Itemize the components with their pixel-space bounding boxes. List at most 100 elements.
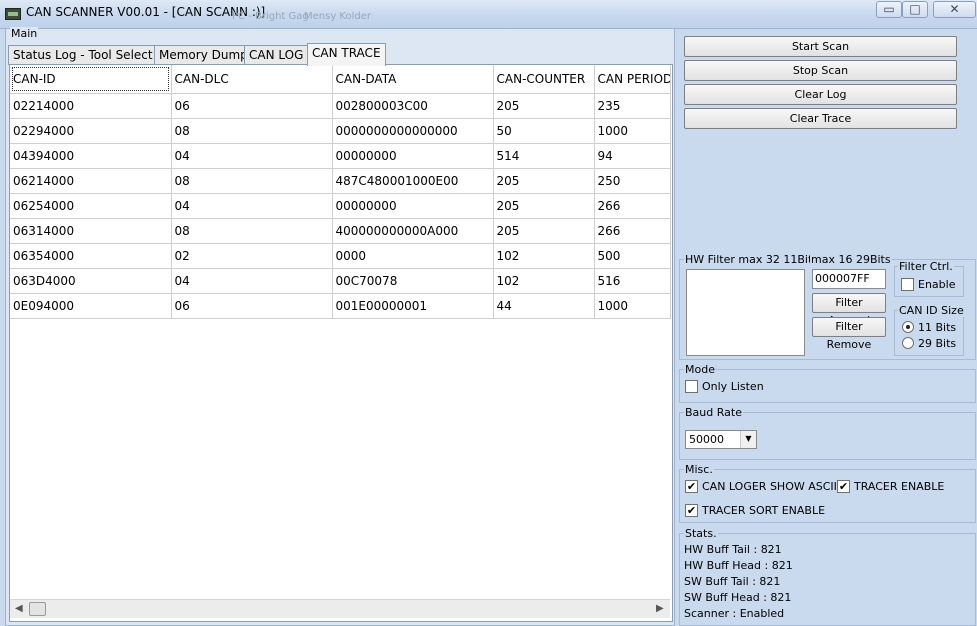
scroll-left-icon[interactable]: ◀ xyxy=(15,603,23,614)
restore-icon: □ xyxy=(909,2,921,16)
filter-enable-label: Enable xyxy=(918,278,956,291)
stats-label: Stats. xyxy=(684,527,718,540)
cell-can-id: 02294000 xyxy=(10,118,172,144)
table-row[interactable]: 06214000 08 487C480001000E00 205 250 xyxy=(10,168,671,194)
scroll-thumb[interactable] xyxy=(29,602,46,616)
background-window-text: PC - Bright Gag xyxy=(232,11,309,22)
cell-can-dlc: 08 xyxy=(171,218,333,244)
cell-can-data: 001E00000001 xyxy=(332,293,494,319)
tracer-sort-label: TRACER SORT ENABLE xyxy=(702,504,826,517)
cell-can-id: 06214000 xyxy=(10,168,172,194)
table-row[interactable]: 04394000 04 00000000 514 94 xyxy=(10,143,671,169)
scroll-right-icon[interactable]: ▶ xyxy=(656,603,664,614)
filter-enable-checkbox[interactable] xyxy=(901,278,914,291)
horizontal-scrollbar[interactable]: ◀ ▶ xyxy=(10,599,670,618)
main-group-label: Main xyxy=(10,27,39,40)
column-header-can-dlc[interactable]: CAN-DLC xyxy=(171,65,333,94)
tab-memory-dump[interactable]: Memory Dump xyxy=(154,45,253,65)
table-row[interactable]: 02214000 06 002800003C00 205 235 xyxy=(10,93,671,119)
cell-can-period: 266 xyxy=(594,193,671,219)
cell-can-data: 0000 xyxy=(332,243,494,269)
cell-can-id: 02214000 xyxy=(10,93,172,119)
show-ascii-checkbox[interactable]: ✔ xyxy=(685,480,698,493)
cell-can-dlc: 02 xyxy=(171,243,333,269)
cell-can-data: 00C70078 xyxy=(332,268,494,294)
filter-append-button[interactable]: Filter Append xyxy=(812,293,886,327)
cell-can-data: 00000000 xyxy=(332,143,494,169)
radio-29-bits[interactable] xyxy=(902,337,914,349)
column-header-can-data[interactable]: CAN-DATA xyxy=(332,65,494,94)
misc-label: Misc. xyxy=(684,463,714,476)
tab-can-log[interactable]: CAN LOG xyxy=(244,45,309,65)
cell-can-dlc: 08 xyxy=(171,118,333,144)
background-window-text: Mensy Kolder xyxy=(304,11,371,22)
baud-rate-label: Baud Rate xyxy=(684,406,743,419)
tracer-enable-label: TRACER ENABLE xyxy=(854,480,945,493)
trace-table: CAN-ID CAN-DLC CAN-DATA CAN-COUNTER CAN … xyxy=(10,65,671,319)
cell-can-period: 235 xyxy=(594,93,671,119)
table-row[interactable]: 06354000 02 0000 102 500 xyxy=(10,243,671,269)
filter-ctrl-label: Filter Ctrl. xyxy=(898,260,954,273)
can-trace-grid: CAN-ID CAN-DLC CAN-DATA CAN-COUNTER CAN … xyxy=(9,64,673,622)
filter-remove-button[interactable]: Filter Remove xyxy=(812,317,886,351)
stop-scan-button[interactable]: Stop Scan xyxy=(684,60,957,81)
stat-sw-tail: SW Buff Tail : 821 xyxy=(684,575,781,588)
cell-can-period: 94 xyxy=(594,143,671,169)
stat-hw-tail: HW Buff Tail : 821 xyxy=(684,543,782,556)
clear-log-button[interactable]: Clear Log xyxy=(684,84,957,105)
cell-can-data: 002800003C00 xyxy=(332,93,494,119)
mode-label: Mode xyxy=(684,363,716,376)
maximize-button[interactable]: □ xyxy=(902,1,928,18)
tab-status-log[interactable]: Status Log - Tool Select xyxy=(8,45,158,65)
cell-can-dlc: 04 xyxy=(171,268,333,294)
minimize-button[interactable]: ▭ xyxy=(876,1,902,18)
radio-29-bits-label: 29 Bits xyxy=(918,337,957,350)
filter-id-input[interactable]: 000007FF xyxy=(812,269,886,289)
table-row[interactable]: 02294000 08 0000000000000000 50 1000 xyxy=(10,118,671,144)
cell-can-counter: 205 xyxy=(493,193,595,219)
cell-can-id: 0E094000 xyxy=(10,293,172,319)
cell-can-id: 04394000 xyxy=(10,143,172,169)
cell-can-counter: 102 xyxy=(493,243,595,269)
table-row[interactable]: 06314000 08 400000000000A000 205 266 xyxy=(10,218,671,244)
cell-can-dlc: 04 xyxy=(171,193,333,219)
hw-filter-29bit-label: max 16 29Bits xyxy=(810,253,892,266)
cell-can-period: 1000 xyxy=(594,118,671,144)
cell-can-id: 06354000 xyxy=(10,243,172,269)
cell-can-data: 0000000000000000 xyxy=(332,118,494,144)
tracer-sort-checkbox[interactable]: ✔ xyxy=(685,504,698,517)
cell-can-data: 487C480001000E00 xyxy=(332,168,494,194)
hw-filter-list[interactable] xyxy=(686,269,805,356)
dropdown-arrow-icon[interactable]: ▼ xyxy=(740,431,756,448)
cell-can-id: 06314000 xyxy=(10,218,172,244)
close-button[interactable]: ✕ xyxy=(933,1,976,18)
cell-can-period: 250 xyxy=(594,168,671,194)
cell-can-counter: 205 xyxy=(493,93,595,119)
radio-11-bits-label: 11 Bits xyxy=(918,321,957,334)
cell-can-counter: 44 xyxy=(493,293,595,319)
cell-can-dlc: 04 xyxy=(171,143,333,169)
cell-can-id: 063D4000 xyxy=(10,268,172,294)
start-scan-button[interactable]: Start Scan xyxy=(684,36,957,57)
column-header-can-id[interactable]: CAN-ID xyxy=(10,65,172,94)
cell-can-period: 1000 xyxy=(594,293,671,319)
table-row[interactable]: 06254000 04 00000000 205 266 xyxy=(10,193,671,219)
table-row[interactable]: 0E094000 06 001E00000001 44 1000 xyxy=(10,293,671,319)
cell-can-period: 500 xyxy=(594,243,671,269)
minimize-icon: ▭ xyxy=(883,2,895,16)
cell-can-counter: 50 xyxy=(493,118,595,144)
column-header-can-period[interactable]: CAN PERIOD xyxy=(594,65,671,94)
cell-can-period: 516 xyxy=(594,268,671,294)
clear-trace-button[interactable]: Clear Trace xyxy=(684,108,957,129)
table-row[interactable]: 063D4000 04 00C70078 102 516 xyxy=(10,268,671,294)
column-header-can-counter[interactable]: CAN-COUNTER xyxy=(493,65,595,94)
cell-can-id: 06254000 xyxy=(10,193,172,219)
stat-scanner-status: Scanner : Enabled xyxy=(684,607,785,620)
window-title: CAN SCANNER V00.01 - [CAN SCANN :)] xyxy=(26,5,266,19)
only-listen-checkbox[interactable] xyxy=(685,380,698,393)
tab-can-trace[interactable]: CAN TRACE xyxy=(307,43,386,66)
radio-11-bits[interactable] xyxy=(902,321,914,333)
tracer-enable-checkbox[interactable]: ✔ xyxy=(837,480,850,493)
baud-rate-select[interactable]: 50000 ▼ xyxy=(685,430,757,449)
cell-can-dlc: 06 xyxy=(171,93,333,119)
